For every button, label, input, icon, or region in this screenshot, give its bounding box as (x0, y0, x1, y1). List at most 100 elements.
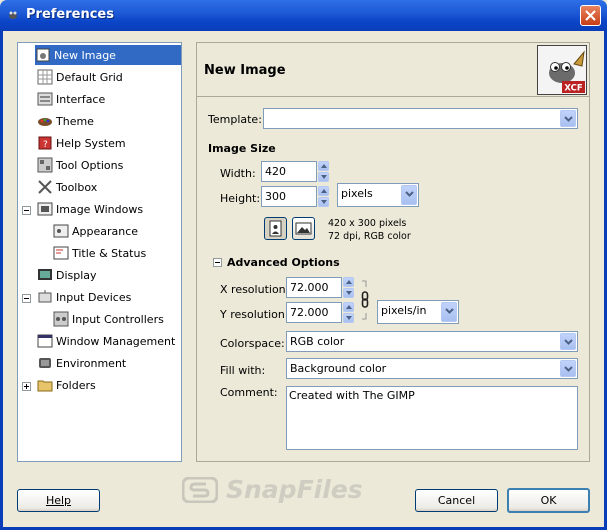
width-increment-button[interactable] (318, 161, 329, 171)
advanced-options-expander[interactable] (213, 258, 222, 267)
cancel-button-label: Cancel (437, 494, 476, 507)
x-resolution-input[interactable]: 72.000 (286, 277, 342, 298)
preferences-tree[interactable]: New Image Default Grid Interface Theme ?… (17, 42, 182, 462)
cancel-button[interactable]: Cancel (415, 489, 498, 512)
height-input[interactable]: 300 (261, 186, 317, 207)
size-unit-combo[interactable]: pixels (337, 183, 419, 207)
width-input[interactable]: 420 (261, 161, 317, 182)
width-value: 420 (265, 165, 286, 178)
chain-link-button[interactable] (359, 279, 371, 321)
sidebar-item-environment[interactable]: Environment (37, 353, 126, 373)
x-resolution-decrement-button[interactable] (343, 288, 354, 298)
chevron-down-icon (564, 116, 573, 122)
y-resolution-spinner[interactable] (343, 302, 354, 323)
sidebar-item-window-management[interactable]: Window Management (37, 331, 175, 351)
sidebar-item-image-windows[interactable]: Image Windows (37, 199, 143, 219)
chevron-down-icon (405, 191, 414, 197)
sidebar-item-theme[interactable]: Theme (37, 111, 94, 131)
display-icon (38, 269, 52, 280)
sidebar-item-label: Tool Options (56, 158, 124, 172)
svg-text:?: ? (43, 140, 48, 150)
sidebar-item-appearance[interactable]: Appearance (53, 221, 138, 241)
sidebar-item-input-devices[interactable]: Input Devices (37, 287, 131, 307)
landscape-button[interactable] (292, 217, 315, 240)
sidebar-item-toolbox[interactable]: Toolbox (37, 177, 97, 197)
y-resolution-value: 72.000 (290, 306, 329, 319)
height-spinner[interactable] (318, 186, 329, 207)
sidebar-item-label: Appearance (72, 224, 139, 238)
sidebar-item-help-system[interactable]: ? Help System (37, 133, 126, 153)
fill-with-combo[interactable]: Background color (286, 358, 578, 379)
arrow-up-icon (346, 305, 352, 309)
fill-with-dropdown-button[interactable] (560, 360, 576, 377)
x-resolution-value: 72.000 (290, 281, 329, 294)
appearance-icon (53, 224, 69, 238)
width-decrement-button[interactable] (318, 172, 329, 182)
resolution-colorspace-text: 72 dpi, RGB color (328, 231, 411, 242)
page-title: New Image (204, 63, 286, 78)
colorspace-value: RGB color (290, 335, 345, 348)
sidebar-item-display[interactable]: Display (37, 265, 97, 285)
help-book-icon: ? (38, 136, 52, 150)
template-dropdown-button[interactable] (560, 110, 576, 127)
sidebar-item-default-grid[interactable]: Default Grid (37, 67, 123, 87)
sidebar-item-new-image[interactable]: New Image (35, 45, 181, 65)
advanced-options-heading[interactable]: Advanced Options (227, 256, 340, 269)
size-unit-dropdown-button[interactable] (401, 185, 417, 205)
folder-icon (37, 380, 53, 392)
collapse-image-windows-expander[interactable] (22, 206, 31, 215)
arrow-down-icon (321, 200, 327, 204)
close-button[interactable] (580, 5, 601, 26)
resolution-unit-dropdown-button[interactable] (441, 302, 457, 322)
image-size-info: 420 x 300 pixels 72 dpi, RGB color (328, 217, 411, 243)
expand-folders-expander[interactable] (22, 382, 31, 391)
sidebar-item-title-status[interactable]: Title & Status (53, 243, 146, 263)
sidebar-item-label: Help System (56, 136, 126, 150)
sidebar-item-input-controllers[interactable]: Input Controllers (53, 309, 164, 329)
settings-panel: New Image XCF Template: Image Size Width… (196, 42, 590, 462)
chevron-down-icon (445, 308, 454, 314)
sidebar-item-label: New Image (54, 48, 116, 62)
height-decrement-button[interactable] (318, 197, 329, 207)
sidebar-item-label: Display (56, 268, 97, 282)
comment-textarea[interactable]: Created with The GIMP (286, 386, 578, 450)
x-resolution-spinner[interactable] (343, 277, 354, 298)
y-resolution-decrement-button[interactable] (343, 313, 354, 323)
sidebar-item-folders[interactable]: Folders (37, 375, 96, 395)
window-management-icon (37, 334, 53, 348)
y-resolution-label: Y resolution: (220, 308, 289, 321)
arrow-up-icon (321, 189, 327, 193)
ok-button-label: OK (540, 494, 557, 507)
width-spinner[interactable] (318, 161, 329, 182)
colorspace-dropdown-button[interactable] (560, 333, 576, 350)
x-resolution-increment-button[interactable] (343, 277, 354, 287)
environment-icon (39, 358, 51, 368)
collapse-input-devices-expander[interactable] (22, 294, 31, 303)
height-increment-button[interactable] (318, 186, 329, 196)
resolution-unit-combo[interactable]: pixels/in (377, 300, 459, 324)
portrait-button[interactable] (264, 217, 287, 240)
interface-icon (37, 92, 53, 106)
colorspace-combo[interactable]: RGB color (286, 331, 578, 352)
y-resolution-input[interactable]: 72.000 (286, 302, 342, 323)
y-resolution-increment-button[interactable] (343, 302, 354, 312)
title-status-icon (53, 246, 69, 260)
input-controllers-icon (53, 311, 69, 327)
xcf-label: XCF (564, 84, 582, 94)
ok-button[interactable]: OK (507, 488, 590, 513)
help-button[interactable]: Help (17, 489, 100, 512)
template-combo[interactable] (263, 108, 578, 129)
sidebar-item-label: Input Controllers (72, 312, 164, 326)
arrow-down-icon (346, 316, 352, 320)
watermark-text: SnapFiles (226, 475, 363, 504)
image-window-icon (37, 202, 53, 216)
landscape-icon (295, 222, 312, 235)
sidebar-item-label: Default Grid (56, 70, 123, 84)
fill-with-value: Background color (290, 362, 387, 375)
theme-icon (38, 118, 52, 126)
sidebar-item-label: Input Devices (56, 290, 132, 304)
sidebar-item-interface[interactable]: Interface (37, 89, 105, 109)
gimp-app-icon (9, 11, 17, 19)
resolution-unit-value: pixels/in (381, 304, 427, 317)
sidebar-item-tool-options[interactable]: Tool Options (37, 155, 123, 175)
